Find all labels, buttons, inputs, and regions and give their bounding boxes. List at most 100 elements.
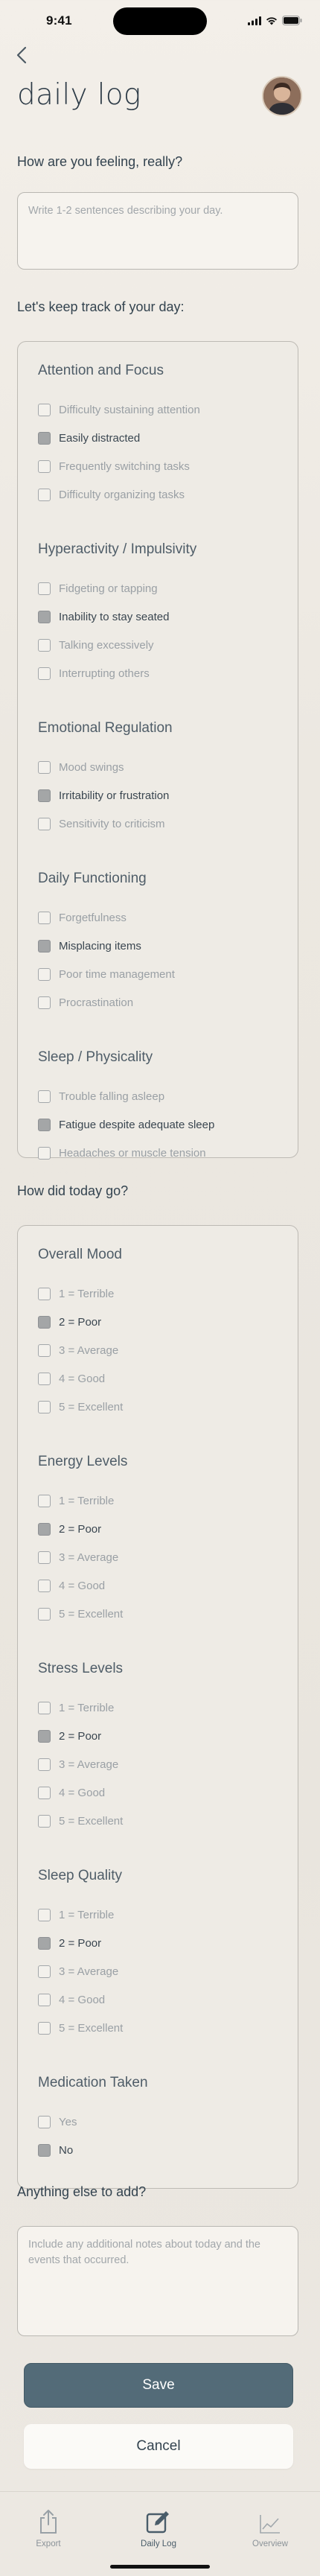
checkbox-unchecked[interactable]: [38, 912, 51, 924]
checkbox-unchecked[interactable]: [38, 1147, 51, 1160]
checkbox-stress-levels-3-average[interactable]: 3 = Average: [38, 1758, 118, 1771]
checkbox-unchecked[interactable]: [38, 1580, 51, 1592]
checkbox-label: Forgetfulness: [59, 912, 127, 924]
checkbox-checked[interactable]: [38, 1730, 51, 1743]
checkbox-unchecked[interactable]: [38, 1787, 51, 1799]
tab-overview[interactable]: Overview: [237, 2505, 304, 2548]
checkbox-label: Sensitivity to criticism: [59, 818, 165, 830]
checkbox-unchecked[interactable]: [38, 639, 51, 652]
checkbox-sleep-physicality-trouble-falling-asleep[interactable]: Trouble falling asleep: [38, 1090, 164, 1103]
checkbox-unchecked[interactable]: [38, 1495, 51, 1507]
checkbox-unchecked[interactable]: [38, 1608, 51, 1621]
checkbox-unchecked[interactable]: [38, 2022, 51, 2035]
checkbox-stress-levels-5-excellent[interactable]: 5 = Excellent: [38, 1815, 123, 1828]
checkbox-hyperactivity-impulsivity-interrupting-others[interactable]: Interrupting others: [38, 667, 150, 680]
checkbox-unchecked[interactable]: [38, 1909, 51, 1921]
checkbox-energy-levels-1-terrible[interactable]: 1 = Terrible: [38, 1495, 114, 1507]
checkbox-energy-levels-5-excellent[interactable]: 5 = Excellent: [38, 1608, 123, 1621]
back-button[interactable]: [13, 42, 31, 69]
checkbox-attention-and-focus-difficulty-sustaining-attention[interactable]: Difficulty sustaining attention: [38, 404, 200, 416]
checkbox-hyperactivity-impulsivity-fidgeting-or-tapping[interactable]: Fidgeting or tapping: [38, 582, 158, 595]
tab-export[interactable]: Export: [15, 2505, 82, 2548]
checkbox-energy-levels-3-average[interactable]: 3 = Average: [38, 1551, 118, 1564]
checkbox-unchecked[interactable]: [38, 1758, 51, 1771]
group-title-sleep-quality: Sleep Quality: [38, 1868, 123, 1883]
checkbox-checked[interactable]: [38, 789, 51, 802]
cancel-button[interactable]: Cancel: [24, 2424, 293, 2469]
notes-input[interactable]: [17, 2226, 298, 2336]
checkbox-sleep-quality-2-poor[interactable]: 2 = Poor: [38, 1937, 101, 1950]
checkbox-unchecked[interactable]: [38, 489, 51, 501]
avatar[interactable]: [262, 76, 302, 116]
checkbox-sleep-quality-1-terrible[interactable]: 1 = Terrible: [38, 1909, 114, 1921]
checkbox-checked[interactable]: [38, 1937, 51, 1950]
checkbox-energy-levels-2-poor[interactable]: 2 = Poor: [38, 1523, 101, 1536]
checkbox-daily-functioning-poor-time-management[interactable]: Poor time management: [38, 968, 175, 981]
checkbox-checked[interactable]: [38, 432, 51, 445]
checkbox-checked[interactable]: [38, 2144, 51, 2157]
checkbox-emotional-regulation-irritability-or-frustration[interactable]: Irritability or frustration: [38, 789, 169, 802]
checkbox-unchecked[interactable]: [38, 582, 51, 595]
checkbox-unchecked[interactable]: [38, 761, 51, 774]
checkbox-unchecked[interactable]: [38, 1344, 51, 1357]
checkbox-checked[interactable]: [38, 1316, 51, 1329]
checkbox-unchecked[interactable]: [38, 1373, 51, 1385]
checkbox-sleep-quality-4-good[interactable]: 4 = Good: [38, 1994, 105, 2006]
checkbox-medication-taken-no[interactable]: No: [38, 2144, 73, 2157]
checkbox-daily-functioning-forgetfulness[interactable]: Forgetfulness: [38, 912, 127, 924]
checkbox-daily-functioning-procrastination[interactable]: Procrastination: [38, 996, 133, 1009]
checkbox-attention-and-focus-difficulty-organizing-tasks[interactable]: Difficulty organizing tasks: [38, 489, 185, 501]
checkbox-unchecked[interactable]: [38, 1090, 51, 1103]
checkbox-daily-functioning-misplacing-items[interactable]: Misplacing items: [38, 940, 141, 953]
checkbox-unchecked[interactable]: [38, 1965, 51, 1978]
signal-icon: [248, 16, 261, 25]
checkbox-sleep-physicality-headaches-or-muscle-tension[interactable]: Headaches or muscle tension: [38, 1147, 206, 1160]
checkbox-unchecked[interactable]: [38, 404, 51, 416]
save-button[interactable]: Save: [24, 2363, 293, 2408]
checkbox-overall-mood-2-poor[interactable]: 2 = Poor: [38, 1316, 101, 1329]
tab-label: Daily Log: [141, 2540, 176, 2548]
checkbox-checked[interactable]: [38, 611, 51, 623]
checkbox-emotional-regulation-sensitivity-to-criticism[interactable]: Sensitivity to criticism: [38, 818, 165, 830]
checkbox-stress-levels-2-poor[interactable]: 2 = Poor: [38, 1730, 101, 1743]
checkbox-unchecked[interactable]: [38, 2116, 51, 2128]
checkbox-hyperactivity-impulsivity-talking-excessively[interactable]: Talking excessively: [38, 639, 154, 652]
checkbox-stress-levels-4-good[interactable]: 4 = Good: [38, 1787, 105, 1799]
checkbox-unchecked[interactable]: [38, 1994, 51, 2006]
feeling-input[interactable]: [17, 192, 298, 270]
checkbox-sleep-quality-3-average[interactable]: 3 = Average: [38, 1965, 118, 1978]
checkbox-attention-and-focus-easily-distracted[interactable]: Easily distracted: [38, 432, 140, 445]
checkbox-unchecked[interactable]: [38, 968, 51, 981]
checkbox-unchecked[interactable]: [38, 460, 51, 473]
checkbox-overall-mood-4-good[interactable]: 4 = Good: [38, 1373, 105, 1385]
checkbox-energy-levels-4-good[interactable]: 4 = Good: [38, 1580, 105, 1592]
checkbox-attention-and-focus-frequently-switching-tasks[interactable]: Frequently switching tasks: [38, 460, 190, 473]
checkbox-emotional-regulation-mood-swings[interactable]: Mood swings: [38, 761, 124, 774]
checkbox-label: 4 = Good: [59, 1787, 106, 1799]
checkbox-label: Inability to stay seated: [59, 611, 170, 623]
checkbox-overall-mood-3-average[interactable]: 3 = Average: [38, 1344, 118, 1357]
wifi-icon: [266, 16, 277, 25]
checkbox-label: Procrastination: [59, 996, 134, 1009]
checkbox-overall-mood-1-terrible[interactable]: 1 = Terrible: [38, 1288, 114, 1300]
checkbox-label: Frequently switching tasks: [59, 460, 190, 473]
checkbox-checked[interactable]: [38, 1119, 51, 1131]
checkbox-unchecked[interactable]: [38, 1815, 51, 1828]
checkbox-checked[interactable]: [38, 940, 51, 953]
checkbox-unchecked[interactable]: [38, 1551, 51, 1564]
checkbox-medication-taken-yes[interactable]: Yes: [38, 2116, 77, 2128]
share-icon: [40, 2510, 57, 2534]
tab-daily-log[interactable]: Daily Log: [125, 2505, 192, 2548]
checkbox-unchecked[interactable]: [38, 1401, 51, 1413]
checkbox-sleep-physicality-fatigue-despite-adequate-sleep[interactable]: Fatigue despite adequate sleep: [38, 1119, 214, 1131]
checkbox-hyperactivity-impulsivity-inability-to-stay-seated[interactable]: Inability to stay seated: [38, 611, 169, 623]
checkbox-sleep-quality-5-excellent[interactable]: 5 = Excellent: [38, 2022, 123, 2035]
checkbox-unchecked[interactable]: [38, 818, 51, 830]
checkbox-unchecked[interactable]: [38, 996, 51, 1009]
checkbox-unchecked[interactable]: [38, 667, 51, 680]
checkbox-stress-levels-1-terrible[interactable]: 1 = Terrible: [38, 1702, 114, 1714]
checkbox-unchecked[interactable]: [38, 1288, 51, 1300]
checkbox-unchecked[interactable]: [38, 1702, 51, 1714]
checkbox-overall-mood-5-excellent[interactable]: 5 = Excellent: [38, 1401, 123, 1413]
checkbox-checked[interactable]: [38, 1523, 51, 1536]
